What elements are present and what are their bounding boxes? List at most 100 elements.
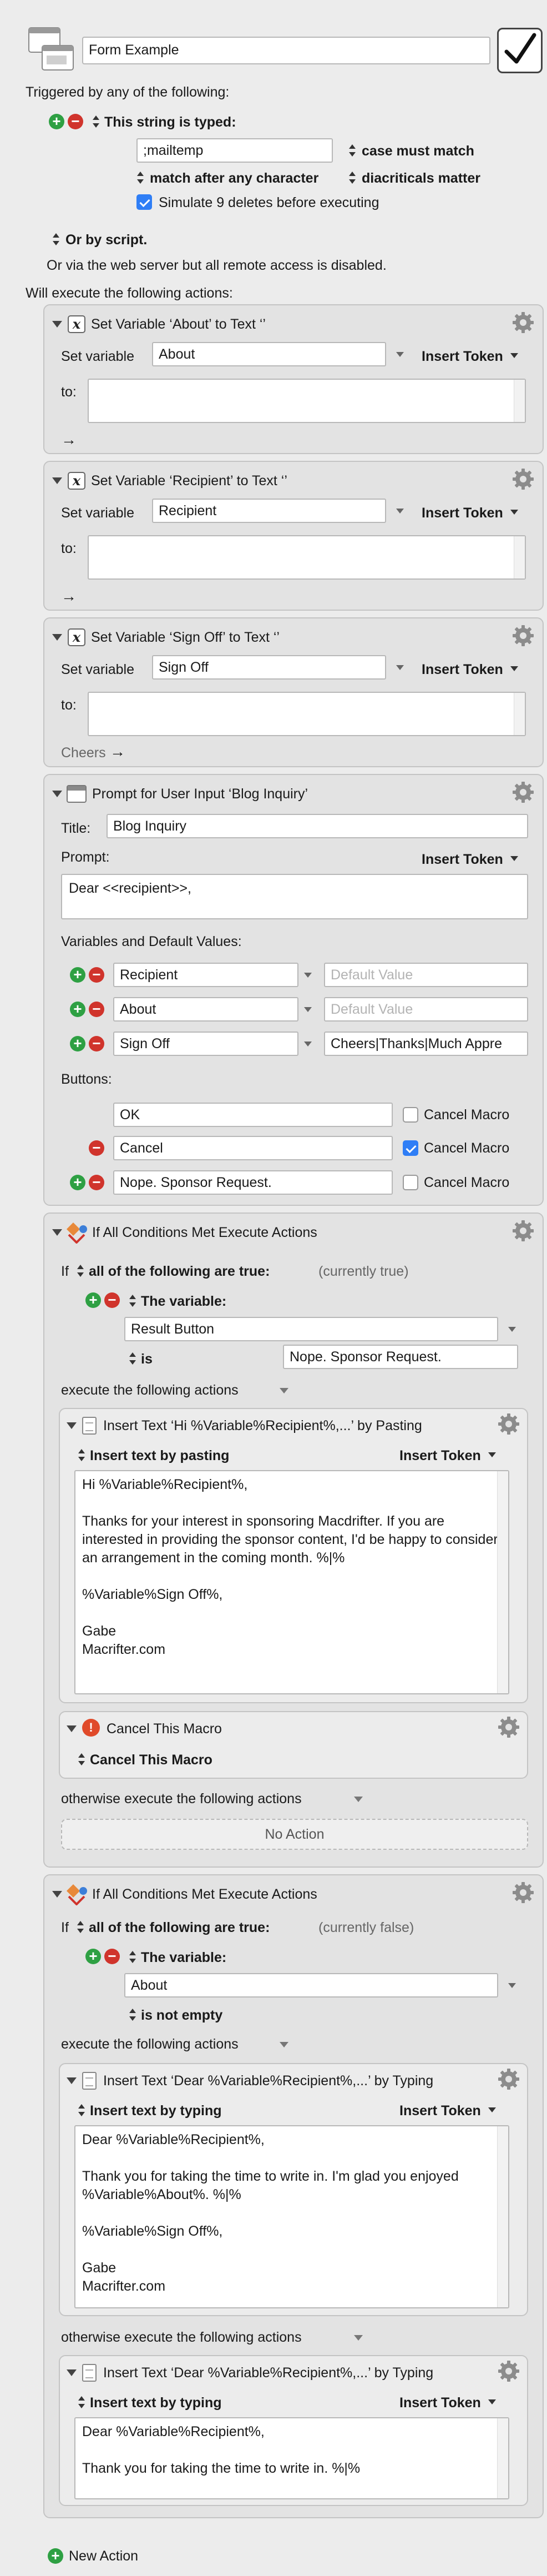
variable-name-field[interactable]: Sign Off — [152, 655, 386, 680]
condition-mode-updown-icon[interactable] — [77, 1264, 84, 1278]
remove-variable-button[interactable]: − — [89, 967, 104, 983]
typed-string-field[interactable]: ;mailtemp — [136, 138, 333, 163]
scrollbar[interactable] — [514, 380, 525, 422]
match-updown-icon[interactable] — [136, 170, 144, 185]
value-textarea[interactable] — [88, 692, 526, 736]
macro-name-field[interactable]: Form Example — [82, 37, 490, 64]
condition-type-updown-icon[interactable] — [129, 1950, 136, 1964]
chevron-down-icon[interactable] — [304, 1042, 312, 1046]
condition-op[interactable]: is — [141, 1351, 153, 1367]
action-title[interactable]: Set Variable ‘Sign Off’ to Text ‘’ — [91, 630, 280, 646]
remove-variable-button[interactable]: − — [89, 1002, 104, 1017]
add-variable-button[interactable]: + — [70, 1036, 85, 1051]
chevron-down-icon[interactable] — [508, 1327, 516, 1332]
scrollbar[interactable] — [514, 536, 525, 578]
action-set-signoff[interactable]: x Set Variable ‘Sign Off’ to Text ‘’ Set… — [43, 617, 544, 767]
value-textarea[interactable] — [88, 379, 526, 423]
or-script-updown-icon[interactable] — [52, 232, 60, 246]
condition-op-updown-icon[interactable] — [129, 2008, 136, 2022]
cancel-macro-checkbox[interactable] — [403, 1107, 418, 1123]
cancel-mode-updown-icon[interactable] — [78, 1752, 85, 1767]
simulate-deletes-checkbox[interactable] — [136, 194, 152, 210]
gear-icon[interactable] — [513, 469, 534, 490]
all-true-label[interactable]: all of the following are true: — [89, 1264, 270, 1280]
gear-icon[interactable] — [513, 1220, 534, 1241]
insert-mode-updown-icon[interactable] — [78, 2395, 85, 2409]
cancel-macro-checkbox[interactable] — [403, 1140, 418, 1156]
match-option[interactable]: match after any character — [150, 170, 318, 187]
condition-variable-field[interactable]: About — [124, 1973, 498, 1998]
chevron-down-icon[interactable] — [354, 2335, 363, 2341]
scrollbar[interactable] — [497, 1471, 508, 1693]
action-title[interactable]: Prompt for User Input ‘Blog Inquiry’ — [92, 786, 308, 802]
chevron-down-icon[interactable] — [510, 666, 518, 671]
action-set-recipient[interactable]: x Set Variable ‘Recipient’ to Text ‘’ Se… — [43, 461, 544, 611]
chevron-down-icon[interactable] — [396, 352, 404, 357]
value-textarea[interactable] — [88, 535, 526, 580]
chevron-down-icon[interactable] — [488, 1452, 496, 1457]
gear-icon[interactable] — [498, 1717, 519, 1738]
remove-button-button[interactable]: − — [89, 1175, 104, 1190]
chevron-down-icon[interactable] — [396, 665, 404, 670]
insert-token-button[interactable]: Insert Token — [422, 662, 503, 678]
condition-mode-updown-icon[interactable] — [77, 1920, 84, 1934]
default-value-field[interactable]: Default Value — [324, 997, 528, 1022]
add-variable-button[interactable]: + — [70, 967, 85, 983]
chevron-down-icon[interactable] — [510, 856, 518, 861]
action-title[interactable]: Insert Text ‘Dear %Variable%Recipient%,.… — [103, 2365, 433, 2381]
scrollbar[interactable] — [497, 2418, 508, 2498]
prompt-button-field[interactable]: OK — [113, 1103, 393, 1127]
remove-trigger-button[interactable]: − — [68, 114, 83, 129]
chevron-down-icon[interactable] — [488, 2107, 496, 2112]
gear-icon[interactable] — [513, 782, 534, 803]
collapse-triangle-icon[interactable] — [67, 1725, 77, 1732]
gear-icon[interactable] — [498, 1413, 519, 1435]
insert-token-button[interactable]: Insert Token — [399, 2395, 481, 2411]
collapse-triangle-icon[interactable] — [52, 321, 62, 328]
chevron-down-icon[interactable] — [354, 1797, 363, 1802]
insert-text-textarea[interactable]: Dear %Variable%Recipient%, Thank you for… — [74, 2125, 509, 2308]
case-option[interactable]: case must match — [362, 143, 474, 159]
insert-token-button[interactable]: Insert Token — [422, 349, 503, 365]
scrollbar[interactable] — [497, 2126, 508, 2307]
prompt-button-field[interactable]: Nope. Sponsor Request. — [113, 1170, 393, 1195]
condition-type-updown-icon[interactable] — [129, 1294, 136, 1308]
action-title[interactable]: Insert Text ‘Dear %Variable%Recipient%,.… — [103, 2073, 433, 2089]
variable-name-field[interactable]: About — [152, 342, 386, 366]
macro-enabled-checkbox[interactable] — [497, 28, 543, 73]
insert-mode[interactable]: Insert text by typing — [90, 2395, 222, 2411]
case-updown-icon[interactable] — [348, 143, 356, 158]
remove-condition-button[interactable]: − — [104, 1292, 120, 1308]
gear-icon[interactable] — [498, 2361, 519, 2382]
new-action-plus-icon[interactable]: + — [48, 2548, 63, 2564]
gear-icon[interactable] — [498, 2069, 519, 2090]
prompt-textarea[interactable]: Dear <<recipient>>, — [61, 874, 528, 919]
insert-token-button[interactable]: Insert Token — [422, 505, 503, 521]
collapse-triangle-icon[interactable] — [67, 1422, 77, 1429]
prompt-variable-field[interactable]: About — [113, 997, 298, 1022]
condition-value-field[interactable]: Nope. Sponsor Request. — [283, 1345, 518, 1369]
action-title[interactable]: Insert Text ‘Hi %Variable%Recipient%,...… — [103, 1418, 422, 1434]
gear-icon[interactable] — [513, 312, 534, 333]
remove-button-button[interactable]: − — [89, 1140, 104, 1156]
action-title[interactable]: Set Variable ‘Recipient’ to Text ‘’ — [91, 473, 287, 489]
new-action-button[interactable]: New Action — [69, 2548, 138, 2564]
collapse-triangle-icon[interactable] — [52, 1229, 62, 1236]
default-value-field[interactable]: Cheers|Thanks|Much Appre — [324, 1032, 528, 1056]
action-set-about[interactable]: x Set Variable ‘About’ to Text ‘’ Set va… — [43, 304, 544, 454]
action-title[interactable]: If All Conditions Met Execute Actions — [92, 1886, 317, 1903]
add-condition-button[interactable]: + — [85, 1292, 101, 1308]
action-if-result-button[interactable]: If All Conditions Met Execute Actions If… — [43, 1212, 544, 1868]
collapse-triangle-icon[interactable] — [67, 2369, 77, 2376]
no-action-placeholder[interactable]: No Action — [61, 1819, 528, 1850]
condition-op[interactable]: is not empty — [141, 2008, 222, 2024]
chevron-down-icon[interactable] — [508, 1983, 516, 1988]
action-title[interactable]: If All Conditions Met Execute Actions — [92, 1225, 317, 1241]
action-title[interactable]: Set Variable ‘About’ to Text ‘’ — [91, 316, 266, 333]
action-title[interactable]: Cancel This Macro — [107, 1721, 222, 1737]
diacritic-option[interactable]: diacriticals matter — [362, 170, 480, 187]
insert-mode-updown-icon[interactable] — [78, 1448, 85, 1462]
collapse-triangle-icon[interactable] — [52, 477, 62, 484]
insert-token-button[interactable]: Insert Token — [422, 852, 503, 868]
gear-icon[interactable] — [513, 1882, 534, 1903]
